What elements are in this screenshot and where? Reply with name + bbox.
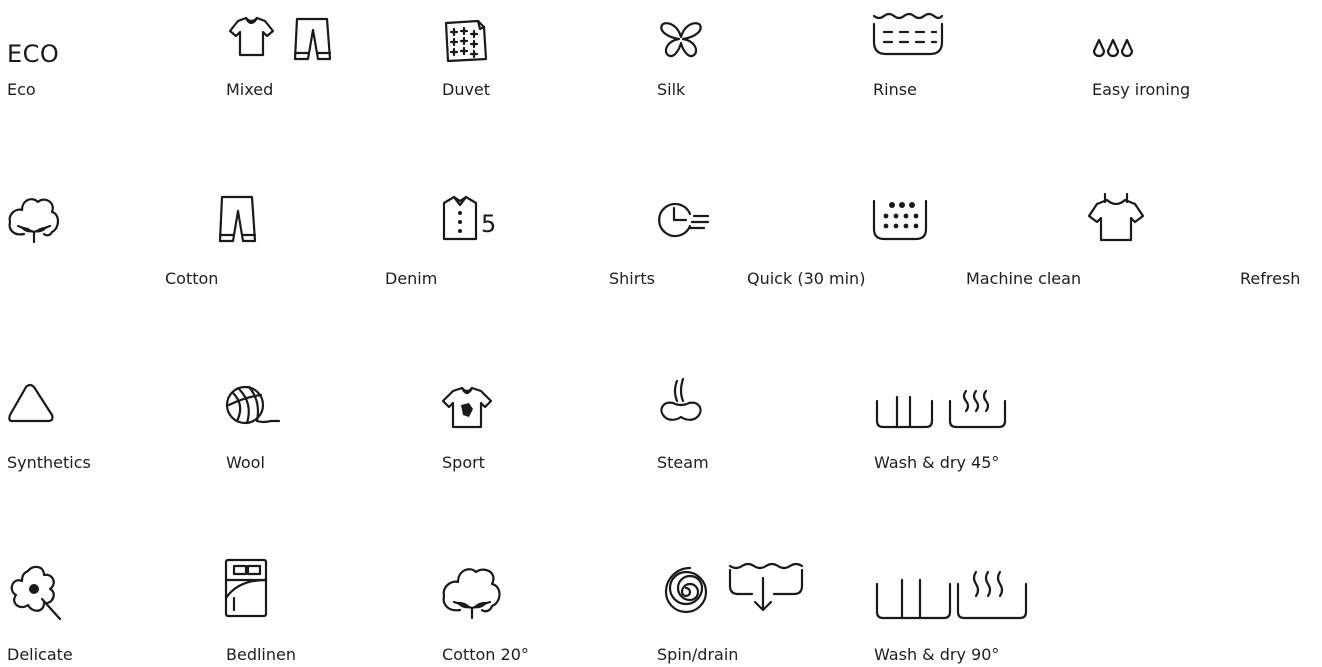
machine-clean-label: Machine clean [966,269,1082,288]
eco-label: Eco [7,80,36,99]
steam-label: Steam [657,453,709,472]
rinse-label: Rinse [873,80,917,99]
spin-drain-label: Spin/drain [657,645,739,664]
rinse-tub-icon [870,12,946,62]
wash-dry-90-label: Wash & dry 90° [874,645,1000,664]
quick-label: Quick (30 min) [747,269,866,288]
bedlinen-label: Bedlinen [226,645,296,664]
fast-clock-icon [656,200,716,240]
spin-drain-icon [656,560,806,626]
wash-dry-large-icon [874,566,1030,622]
shirts-label: Shirts [609,269,655,288]
triangle-icon [6,383,56,425]
wool-label: Wool [226,453,265,472]
butterfly-icon [657,15,707,65]
delicate-label: Delicate [7,645,73,664]
sport-shirt-icon [441,385,495,431]
silk-label: Silk [657,80,686,99]
cotton-20-label: Cotton 20° [442,645,529,664]
delicate-flower-icon [6,563,66,625]
tshirt-and-trousers-icon [223,15,353,67]
yarn-ball-icon [223,383,283,429]
eco-text-icon: ECO [7,40,60,68]
duvet-label: Duvet [442,80,491,99]
cotton-label: Cotton [165,269,219,288]
shirt-five-number: 5 [481,210,497,238]
drum-dots-icon [870,195,932,245]
steam-icon [655,377,707,429]
three-drops-icon [1092,38,1140,62]
wash-dry-45-label: Wash & dry 45° [874,453,1000,472]
easy-ironing-label: Easy ironing [1092,80,1191,99]
hanging-tshirt-icon [1085,190,1147,244]
denim-label: Denim [385,269,438,288]
duvet-icon [440,15,492,67]
wash-dry-icon [874,385,1014,433]
synthetics-label: Synthetics [7,453,91,472]
jeans-icon [218,193,258,247]
cotton-flower-icon [440,564,508,622]
cotton-flower-icon [6,194,62,246]
mixed-label: Mixed [226,80,274,99]
refresh-label: Refresh [1240,269,1301,288]
bed-icon [224,558,268,620]
sport-label: Sport [442,453,485,472]
